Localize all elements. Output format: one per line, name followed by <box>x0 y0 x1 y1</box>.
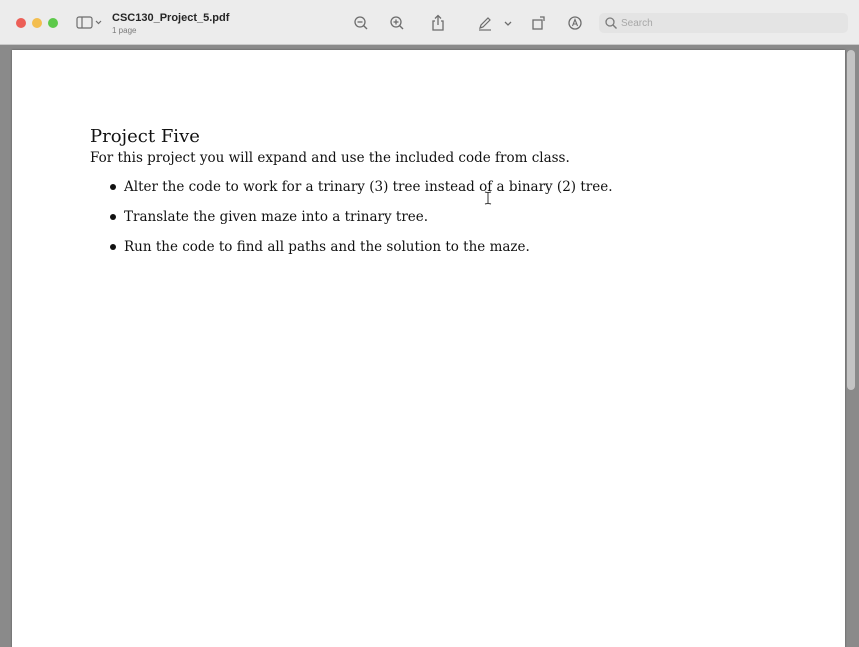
close-window-button[interactable] <box>16 18 26 28</box>
list-item: Translate the given maze into a trinary … <box>108 208 613 238</box>
maximize-window-button[interactable] <box>48 18 58 28</box>
bullet-dot <box>110 214 116 220</box>
list-item-text: Run the code to find all paths and the s… <box>124 239 530 255</box>
vertical-scrollbar[interactable] <box>847 50 855 390</box>
page-heading: Project Five <box>90 126 200 147</box>
zoom-out-icon <box>354 16 368 30</box>
list-item: Run the code to find all paths and the s… <box>108 238 613 268</box>
text-cursor-icon <box>484 191 492 205</box>
page-count: 1 page <box>112 26 137 35</box>
document-title: CSC130_Project_5.pdf <box>112 12 230 24</box>
zoom-in-icon <box>390 16 404 30</box>
intro-text: For this project you will expand and use… <box>90 150 570 166</box>
search-field[interactable] <box>599 13 848 33</box>
rotate-button[interactable] <box>529 13 549 33</box>
pdf-page: Project Five For this project you will e… <box>12 50 845 647</box>
share-icon <box>432 14 444 31</box>
chevron-down-icon <box>504 21 512 26</box>
task-list: Alter the code to work for a trinary (3)… <box>108 178 613 268</box>
bullet-dot <box>110 184 116 190</box>
search-input[interactable] <box>621 15 841 31</box>
annotate-button[interactable] <box>565 13 585 33</box>
zoom-out-button[interactable] <box>351 13 371 33</box>
markup-button[interactable] <box>475 13 495 33</box>
list-item-text: Translate the given maze into a trinary … <box>124 209 429 225</box>
sidebar-icon <box>76 16 102 29</box>
markup-pen-icon <box>479 17 491 31</box>
rotate-icon <box>532 16 545 30</box>
list-item-text: Alter the code to work for a trinary (3)… <box>124 179 613 195</box>
annotate-icon <box>568 16 582 30</box>
list-item: Alter the code to work for a trinary (3)… <box>108 178 613 208</box>
minimize-window-button[interactable] <box>32 18 42 28</box>
share-button[interactable] <box>428 13 448 33</box>
bullet-dot <box>110 244 116 250</box>
markup-menu-button[interactable] <box>501 13 515 33</box>
preview-window: CSC130_Project_5.pdf 1 page Search Proje… <box>0 0 859 647</box>
sidebar-toggle-button[interactable] <box>76 15 106 31</box>
toolbar: CSC130_Project_5.pdf 1 page <box>0 0 859 45</box>
zoom-in-button[interactable] <box>387 13 407 33</box>
document-viewer[interactable]: Project Five For this project you will e… <box>0 45 859 647</box>
search-icon <box>605 17 617 29</box>
